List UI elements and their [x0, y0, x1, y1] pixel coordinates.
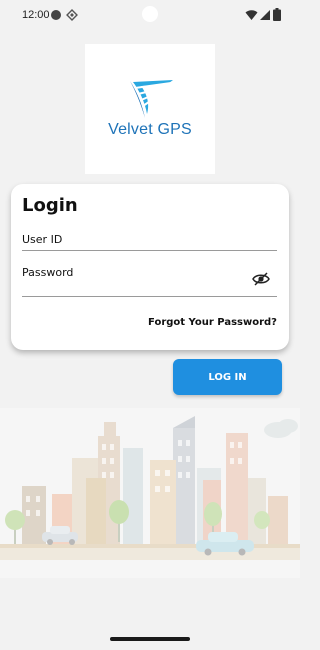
logo-brand-name: Velvet GPS — [108, 121, 192, 138]
status-bar: 12:00 — [0, 0, 300, 30]
camera-cutout — [142, 6, 158, 22]
diamond-status-icon — [66, 9, 78, 21]
login-title: Login — [22, 195, 78, 216]
app-logo: Velvet GPS — [85, 44, 215, 174]
logo-wings-icon — [129, 80, 175, 120]
signal-icon — [260, 10, 270, 20]
password-input[interactable] — [22, 280, 247, 294]
user-id-input[interactable] — [22, 235, 247, 249]
city-illustration — [0, 408, 300, 578]
circle-status-icon — [51, 10, 61, 20]
password-label: Password — [22, 266, 74, 279]
login-card: Login User ID Password Forgot Your Passw… — [11, 184, 289, 350]
status-time: 12:00 — [22, 9, 50, 21]
wifi-icon — [245, 10, 258, 20]
user-id-underline — [22, 250, 277, 251]
password-underline — [22, 296, 277, 297]
home-indicator[interactable] — [110, 637, 190, 641]
forgot-password-link[interactable]: Forgot Your Password? — [148, 317, 277, 328]
login-button[interactable]: LOG IN — [173, 359, 282, 395]
battery-icon — [273, 8, 281, 21]
eye-off-icon[interactable] — [252, 272, 270, 286]
